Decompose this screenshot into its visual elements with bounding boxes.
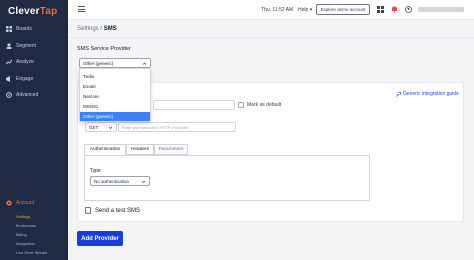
phone-icon bbox=[85, 207, 91, 214]
dropdown-option-netcore[interactable]: Netcore bbox=[80, 92, 150, 101]
dropdown-option-other-generic[interactable]: Other (generic) bbox=[80, 112, 150, 121]
add-provider-button[interactable]: Add Provider bbox=[77, 231, 123, 246]
sms-provider-dropdown: Twilio Exotel Netcore MSG91 Other (gener… bbox=[79, 68, 151, 122]
segment-icon bbox=[6, 43, 12, 49]
sidebar-item-label: Analyze bbox=[16, 59, 34, 65]
tab-authentication[interactable]: Authentication bbox=[84, 144, 126, 155]
user-account-name[interactable] bbox=[418, 7, 464, 12]
tab-headers[interactable]: Headers bbox=[126, 144, 154, 155]
chevron-down-icon bbox=[108, 126, 113, 129]
sms-provider-select[interactable]: Other (generic) bbox=[79, 58, 151, 68]
help-label: Help bbox=[298, 7, 309, 13]
sidebar-item-analyze[interactable]: Analyze bbox=[6, 56, 66, 68]
sms-provider-selected-value: Other (generic) bbox=[83, 60, 114, 66]
sidebar-item-label: Engage bbox=[16, 76, 34, 82]
checkbox-box[interactable] bbox=[238, 102, 244, 108]
dropdown-option-msg91[interactable]: MSG91 bbox=[80, 102, 150, 111]
sidebar-item-account[interactable]: Account bbox=[6, 197, 66, 209]
sidebar-item-segment[interactable]: Segment bbox=[6, 40, 66, 52]
auth-type-value: No authentication bbox=[94, 178, 130, 184]
endpoint-url-input[interactable]: Enter your provider's HTTP end point bbox=[118, 122, 236, 132]
divider bbox=[68, 37, 474, 38]
sidebar: CleverTap Boards Segment Analyze Engage … bbox=[0, 0, 68, 260]
sidebar-subitem-settings[interactable]: Settings bbox=[16, 214, 30, 219]
mark-default-label: Mark as default bbox=[247, 102, 282, 108]
sidebar-item-label: Boards bbox=[16, 26, 32, 32]
hamburger-menu-icon[interactable] bbox=[78, 6, 85, 12]
boards-icon bbox=[6, 26, 12, 32]
analyze-icon bbox=[6, 59, 12, 65]
current-datetime: Thu, 11:52 AM bbox=[261, 7, 294, 13]
clevertap-logo[interactable]: CleverTap bbox=[8, 6, 57, 17]
engage-icon bbox=[6, 76, 12, 82]
http-method-select[interactable]: GET bbox=[85, 122, 117, 132]
chevron-down-icon bbox=[141, 180, 146, 183]
breadcrumb: Settings / SMS bbox=[77, 26, 117, 32]
link-icon bbox=[396, 91, 401, 97]
sidebar-subitem-integration[interactable]: Integration bbox=[16, 241, 35, 246]
advanced-icon bbox=[6, 92, 12, 98]
send-test-sms-button[interactable]: Send a test SMS bbox=[85, 207, 140, 214]
dropdown-option-exotel[interactable]: Exotel bbox=[80, 82, 150, 91]
generic-integration-guide-link[interactable]: Generic integration guide bbox=[396, 91, 459, 97]
sms-provider-label: SMS Service Provider bbox=[77, 46, 131, 52]
dropdown-option-twilio[interactable]: Twilio bbox=[80, 72, 150, 81]
grid-icon[interactable] bbox=[377, 6, 384, 13]
tab-parameters[interactable]: Parameters bbox=[154, 144, 188, 155]
sidebar-item-engage[interactable]: Engage bbox=[6, 73, 66, 85]
send-test-sms-label: Send a test SMS bbox=[95, 207, 141, 214]
bell-icon[interactable] bbox=[391, 6, 398, 13]
help-menu[interactable]: Help ▾ bbox=[298, 7, 312, 13]
logo-accent-text: Tap bbox=[39, 6, 58, 17]
sidebar-item-label: Segment bbox=[16, 43, 37, 49]
mark-default-checkbox[interactable]: Mark as default bbox=[238, 102, 281, 108]
guide-link-label: Generic integration guide bbox=[403, 91, 459, 97]
sidebar-item-boards[interactable]: Boards bbox=[6, 23, 66, 35]
http-method-value: GET bbox=[89, 124, 99, 130]
sidebar-item-label: Account bbox=[16, 200, 35, 206]
sidebar-subitem-live-error-stream[interactable]: Live Error Stream bbox=[16, 250, 47, 255]
sidebar-subitem-bookmarks[interactable]: Bookmarks bbox=[16, 223, 36, 228]
provider-name-input[interactable] bbox=[153, 100, 235, 110]
chevron-up-icon bbox=[142, 62, 147, 65]
auth-type-select[interactable]: No authentication bbox=[90, 176, 150, 186]
account-icon bbox=[6, 200, 12, 206]
explore-demo-button[interactable]: Explore demo account bbox=[316, 4, 370, 15]
breadcrumb-parent[interactable]: Settings / bbox=[77, 26, 104, 32]
breadcrumb-current: SMS bbox=[103, 26, 117, 32]
top-bar: Thu, 11:52 AM Help ▾ Explore demo accoun… bbox=[68, 0, 474, 20]
sidebar-item-advanced[interactable]: Advanced bbox=[6, 89, 66, 101]
sidebar-item-label: Advanced bbox=[16, 92, 39, 98]
user-menu-icon[interactable] bbox=[405, 6, 412, 13]
sidebar-subitem-billing[interactable]: Billing bbox=[16, 232, 27, 237]
auth-type-label: Type bbox=[90, 168, 101, 174]
logo-text: Clever bbox=[8, 6, 40, 17]
